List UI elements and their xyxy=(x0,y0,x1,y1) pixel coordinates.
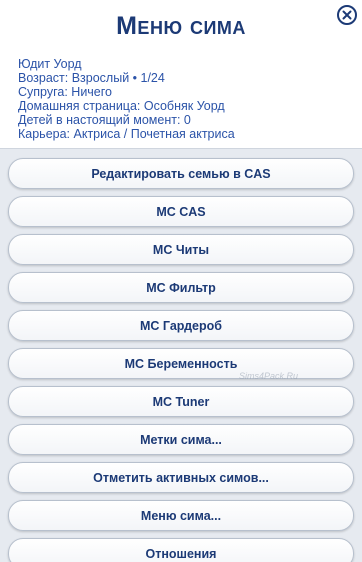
sim-menu-dialog: Меню сима Юдит Уорд Возраст: Взрослый • … xyxy=(0,0,362,562)
mark-active-sims-button[interactable]: Отметить активных симов... xyxy=(8,462,354,493)
sim-children: Детей в настоящий момент: 0 xyxy=(18,113,191,127)
mc-filter-button[interactable]: MC Фильтр xyxy=(8,272,354,303)
sim-menu-button[interactable]: Меню сима... xyxy=(8,500,354,531)
mc-cas-button[interactable]: MC CAS xyxy=(8,196,354,227)
sim-spouse: Супруга: Ничего xyxy=(18,85,113,99)
mc-wardrobe-button[interactable]: MC Гардероб xyxy=(8,310,354,341)
sim-name: Юдит Уорд xyxy=(18,57,82,71)
mc-tuner-button[interactable]: MC Tuner xyxy=(8,386,354,417)
mc-pregnancy-button[interactable]: MC Беременность xyxy=(8,348,354,379)
sim-career: Карьера: Актриса / Почетная актриса xyxy=(18,127,235,141)
relationships-button[interactable]: Отношения xyxy=(8,538,354,562)
sim-home: Домашняя страница: Особняк Уорд xyxy=(18,99,225,113)
edit-family-cas-button[interactable]: Редактировать семью в CAS xyxy=(8,158,354,189)
mc-cheats-button[interactable]: MC Читы xyxy=(8,234,354,265)
menu-list: Редактировать семью в CAS MC CAS MC Читы… xyxy=(0,148,362,562)
sim-tags-button[interactable]: Метки сима... xyxy=(8,424,354,455)
sim-age: Возраст: Взрослый • 1/24 xyxy=(18,71,165,85)
watermark: Sims4Pack.Ru xyxy=(239,371,299,381)
sim-info: Юдит Уорд Возраст: Взрослый • 1/24 Супру… xyxy=(18,57,235,141)
dialog-title: Меню сима xyxy=(116,12,246,40)
